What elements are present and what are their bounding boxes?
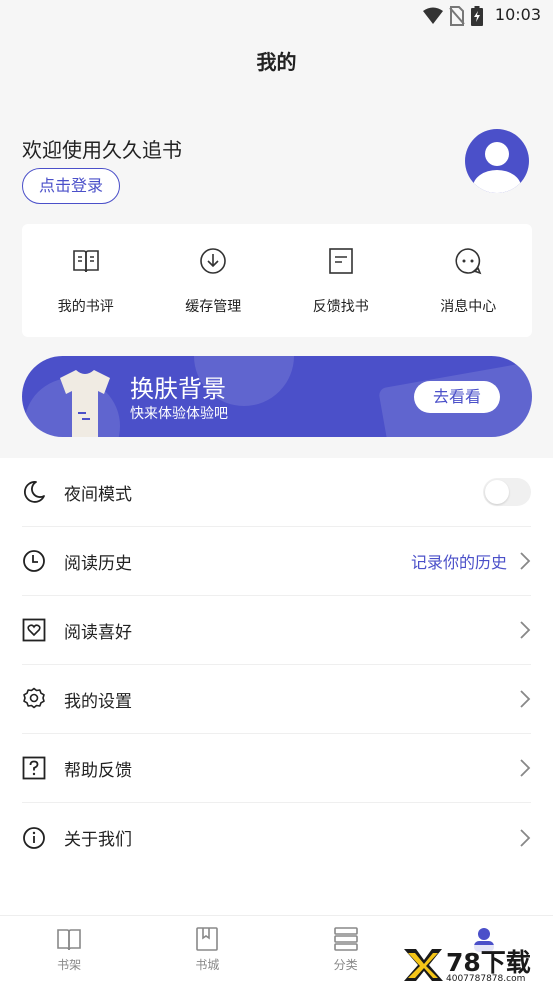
menu-item-about-us[interactable]: 关于我们 [22, 803, 531, 872]
night-mode-toggle[interactable] [483, 478, 531, 506]
menu-item-label: 关于我们 [64, 830, 132, 850]
tab-label: 分类 [333, 958, 358, 972]
battery-icon [471, 6, 483, 26]
page-title: 我的 [256, 50, 297, 74]
download-icon [200, 248, 227, 274]
message-icon [455, 248, 482, 275]
menu-item-label: 帮助反馈 [64, 760, 132, 781]
wifi-icon [423, 7, 443, 24]
menu-item-label: 我的设置 [64, 691, 132, 712]
menu-item-label: 阅读喜好 [64, 622, 132, 643]
menu-item-my-settings[interactable]: 我的设置 [22, 665, 531, 734]
menu-item-reading-history[interactable]: 阅读历史 记录你的历史 [22, 527, 531, 596]
shirt-icon [60, 370, 110, 437]
chevron-right-icon [520, 690, 531, 708]
watermark-url: 4007787878.com [446, 974, 525, 983]
bookshelf-icon [57, 929, 81, 951]
chevron-right-icon [520, 828, 531, 847]
tab-category[interactable]: 分类 [277, 916, 415, 983]
banner-subtitle: 快来体验体验吧 [130, 406, 228, 422]
quick-action-label: 我的书评 [57, 299, 114, 315]
menu-item-help-feedback[interactable]: 帮助反馈 [22, 734, 531, 803]
clock-icon [22, 549, 46, 573]
banner-title: 换肤背景 [130, 375, 226, 403]
quick-action-cache[interactable]: 缓存管理 [150, 224, 278, 337]
settings-menu: 夜间模式 阅读历史 记录你的历史 阅读喜好 我的设置 帮助反馈 关于我们 [0, 458, 553, 872]
quick-action-book-review[interactable]: 我的书评 [22, 224, 150, 337]
quick-action-label: 消息中心 [440, 299, 497, 315]
feedback-doc-icon [328, 248, 353, 274]
tab-bookstore[interactable]: 书城 [138, 916, 276, 983]
quick-action-messages[interactable]: 消息中心 [405, 224, 533, 337]
welcome-text: 欢迎使用久久追书 [22, 138, 182, 162]
status-icons [423, 6, 483, 26]
info-icon [22, 826, 46, 850]
gear-icon [22, 687, 46, 711]
watermark-text: 78下载 [446, 948, 531, 977]
menu-item-reading-preference[interactable]: 阅读喜好 [22, 596, 531, 665]
quick-action-label: 反馈找书 [312, 299, 369, 315]
quick-action-label: 缓存管理 [185, 299, 242, 315]
login-button[interactable]: 点击登录 [22, 168, 120, 204]
chevron-right-icon [520, 759, 531, 777]
menu-item-label: 阅读历史 [64, 553, 132, 574]
banner-go-button[interactable]: 去看看 [414, 381, 500, 413]
status-bar: 10:03 [0, 0, 553, 32]
tab-bookshelf[interactable]: 书架 [0, 916, 138, 983]
moon-icon [22, 480, 46, 504]
category-icon [333, 927, 358, 951]
menu-item-label: 夜间模式 [64, 484, 132, 505]
tab-label: 书架 [57, 958, 82, 972]
avatar[interactable] [465, 129, 529, 193]
watermark-logo: 78下载 4007787878.com [402, 945, 553, 983]
chevron-right-icon [520, 621, 531, 639]
quick-actions-card: 我的书评 缓存管理 反馈找书 消息中心 [22, 224, 532, 337]
menu-item-night-mode[interactable]: 夜间模式 [22, 458, 531, 527]
bookstore-icon [196, 927, 219, 951]
heart-icon [22, 618, 46, 642]
no-sim-icon [449, 6, 465, 26]
chevron-right-icon [520, 552, 531, 570]
skin-banner[interactable]: 换肤背景 快来体验体验吧 去看看 [22, 356, 532, 437]
quick-action-feedback[interactable]: 反馈找书 [277, 224, 405, 337]
history-hint: 记录你的历史 [410, 553, 507, 572]
status-time: 10:03 [494, 5, 541, 24]
question-icon [22, 756, 46, 780]
tab-label: 书城 [195, 958, 220, 972]
book-review-icon [72, 250, 99, 273]
user-avatar-icon [473, 142, 521, 193]
